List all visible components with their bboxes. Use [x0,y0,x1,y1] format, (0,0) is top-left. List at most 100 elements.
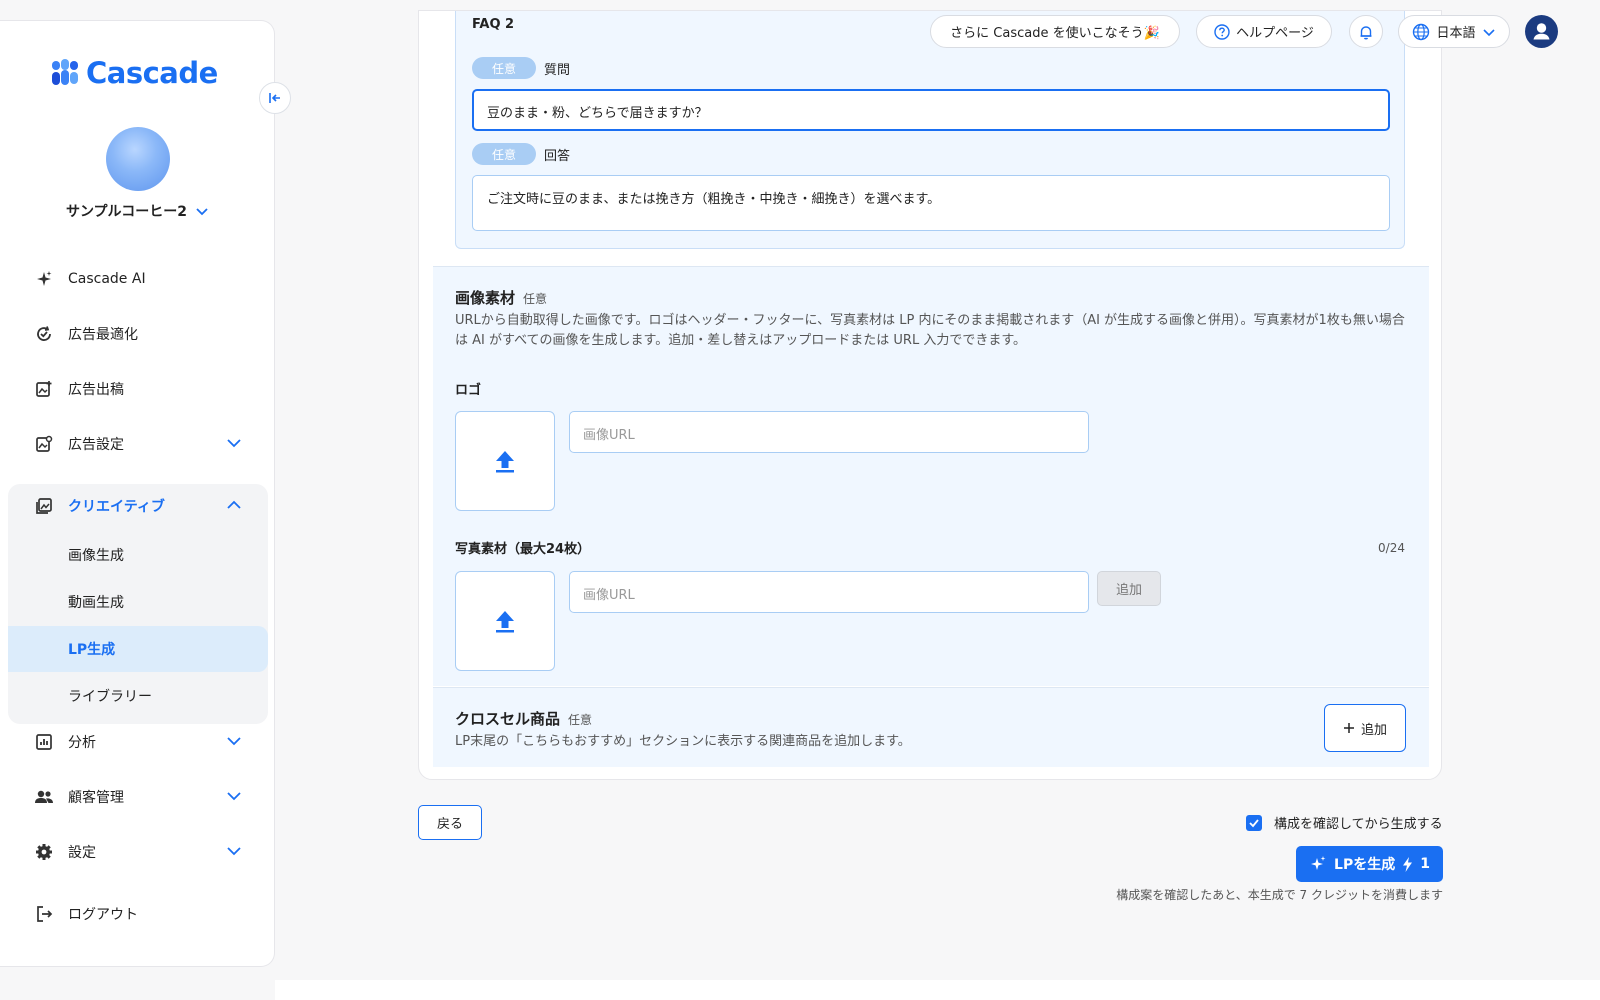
sparkle-icon [34,269,54,289]
chevron-down-icon [227,847,241,856]
globe-icon [1413,23,1430,40]
sidebar-collapse-button[interactable] [259,82,291,114]
help-icon [1214,23,1230,40]
faq-title: FAQ 2 [472,17,515,32]
notifications-button[interactable] [1349,15,1383,48]
logout-icon [34,904,54,924]
upload-icon [496,611,514,633]
account-switcher[interactable]: サンプルコーヒー2 [0,201,275,221]
sidebar-item-label: Cascade AI [68,271,146,287]
language-select[interactable]: 日本語 [1398,15,1510,48]
optional-tag: 任意 [472,143,536,165]
account-avatar [106,127,170,191]
sidebar-item-customers[interactable]: 顧客管理 [8,775,268,819]
question-label-row: 任意 質問 [472,57,570,79]
sidebar-item-ad-settings[interactable]: 広告設定 [8,422,268,466]
question-input[interactable]: 豆のまま・粉、どちらで届きますか？ [472,89,1390,131]
answer-value: ご注文時に豆のまま、または挽き方（粗挽き・中挽き・細挽き）を選べます。 [487,192,941,207]
answer-label: 回答 [544,148,571,164]
confirm-label: 構成を確認してから生成する [1274,817,1443,832]
optional-label: 任意 [568,713,593,727]
question-label: 質問 [544,62,571,78]
sidebar-item-label: ライブラリー [68,689,152,705]
promo-label: さらに Cascade を使いこなそう🎉 [950,26,1160,41]
images-title: 画像素材 [455,289,516,307]
chevron-down-icon [227,792,241,801]
gear-icon [34,842,54,862]
photo-add-button[interactable]: 追加 [1097,571,1161,606]
image-add-icon [34,379,54,399]
sidebar-item-analytics[interactable]: 分析 [8,720,268,764]
sidebar: Cascade サンプルコーヒー2 Cascade AI 広告最適化 広告出稿 [0,20,275,967]
photos-counter: 0/24 [1378,541,1405,555]
cascade-logo[interactable]: Cascade [50,56,218,90]
optional-label: 任意 [523,292,548,306]
crosssell-title: クロスセル商品 [455,710,561,728]
sidebar-item-label: 分析 [68,735,96,751]
optional-tag: 任意 [472,57,536,79]
sidebar-item-label: LP生成 [68,642,116,658]
chevron-down-icon [1482,28,1495,36]
help-button[interactable]: ヘルプページ [1196,15,1332,48]
plus-icon [1343,723,1354,733]
bell-icon [1360,25,1372,39]
sidebar-item-label: クリエイティブ [68,499,165,515]
sparkle-icon [1311,856,1326,870]
generate-lp-button[interactable]: LPを生成 1 [1296,846,1443,882]
crosssell-add-button[interactable]: 追加 [1324,704,1406,752]
sidebar-item-settings[interactable]: 設定 [8,830,268,874]
logo-label: ロゴ [455,383,482,398]
check-icon [1249,818,1259,827]
answer-label-row: 任意 回答 [472,143,570,165]
question-value: 豆のまま・粉、どちらで届きますか？ [487,106,708,121]
images-description: URLから自動取得した画像です。ロゴはヘッダー・フッターに、写真素材は LP 内… [455,313,1405,348]
help-label: ヘルプページ [1236,26,1314,41]
confirm-before-generate[interactable]: 構成を確認してから生成する [1246,813,1443,832]
answer-textarea[interactable]: ご注文時に豆のまま、または挽き方（粗挽き・中挽き・細挽き）を選べます。 [472,175,1390,231]
page-bottom [275,980,1600,1000]
chevron-down-icon [227,737,241,746]
user-icon [1533,23,1550,40]
sidebar-item-cascade-ai[interactable]: Cascade AI [8,257,268,301]
sidebar-subitem-library[interactable]: ライブラリー [8,673,268,719]
sidebar-item-ad-publish[interactable]: 広告出稿 [8,367,268,411]
photos-label: 写真素材（最大24枚） [455,542,591,557]
sidebar-item-label: 設定 [68,845,96,861]
add-label: 追加 [1360,722,1387,738]
sidebar-item-label: 画像生成 [68,548,124,564]
chart-icon [34,732,54,752]
sidebar-item-label: 顧客管理 [68,790,124,806]
sidebar-item-ad-optimize[interactable]: 広告最適化 [8,312,268,356]
confirm-checkbox[interactable] [1246,814,1262,831]
logo-url-input[interactable]: 画像URL [569,411,1089,453]
chevron-down-icon [196,208,208,216]
sidebar-subitem-image-gen[interactable]: 画像生成 [8,532,268,578]
user-menu-button[interactable] [1525,15,1558,48]
image-settings-icon [34,434,54,454]
back-label: 戻る [436,817,463,832]
language-label: 日本語 [1436,26,1476,41]
url-placeholder: 画像URL [583,588,635,603]
sidebar-subitem-lp-gen[interactable]: LP生成 [8,626,268,672]
url-placeholder: 画像URL [583,428,635,443]
credit-cost: 1 [1420,856,1430,872]
add-label: 追加 [1115,583,1142,598]
sidebar-item-logout[interactable]: ログアウト [8,892,268,936]
logo-upload-button[interactable] [455,411,555,511]
collapse-left-icon [269,93,280,103]
sidebar-item-creative[interactable]: クリエイティブ [8,484,268,528]
gallery-icon [34,496,54,516]
chevron-up-icon [227,500,241,509]
photo-upload-button[interactable] [455,571,555,671]
sidebar-item-label: 広告設定 [68,437,124,453]
back-button[interactable]: 戻る [418,805,482,840]
photo-url-input[interactable]: 画像URL [569,571,1089,613]
chevron-down-icon [227,439,241,448]
sidebar-item-label: 広告出稿 [68,382,124,398]
sidebar-subitem-video-gen[interactable]: 動画生成 [8,579,268,625]
promo-button[interactable]: さらに Cascade を使いこなそう🎉 [930,15,1180,48]
crosssell-section-title: クロスセル商品 任意 [455,708,592,729]
sidebar-item-label: ログアウト [68,907,138,923]
refresh-check-icon [34,324,54,344]
people-icon [34,787,54,807]
